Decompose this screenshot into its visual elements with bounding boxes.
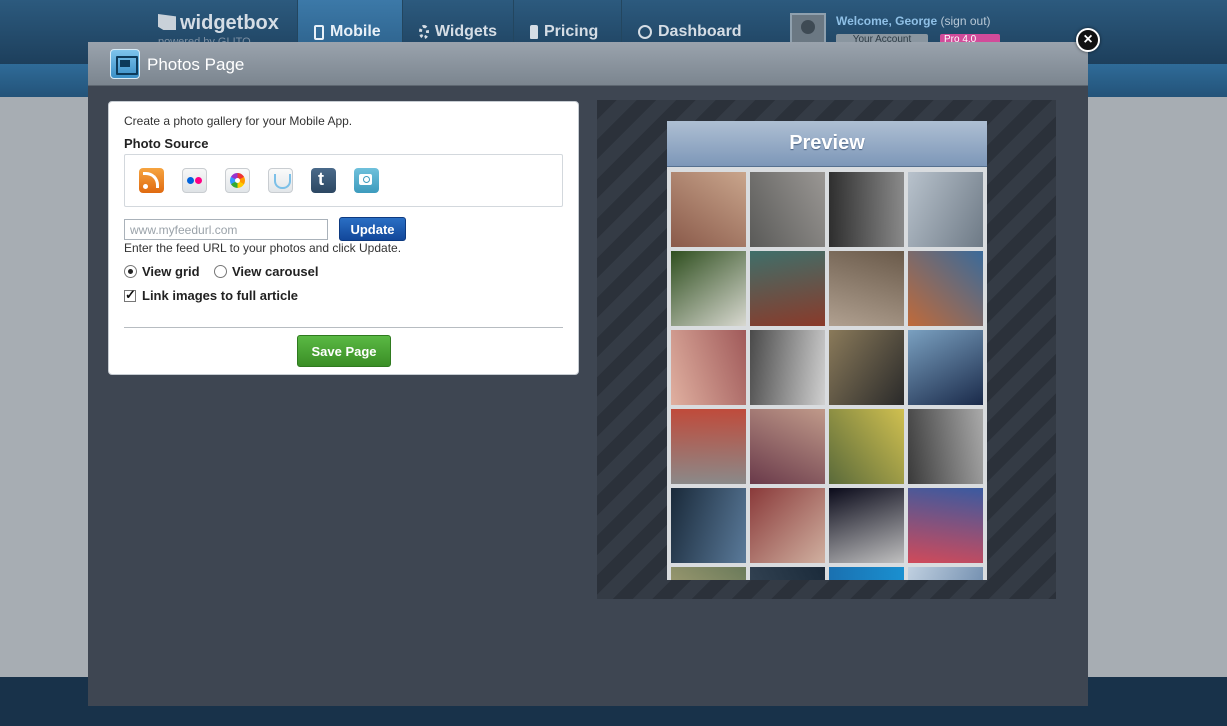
photo-thumbnail[interactable] bbox=[908, 172, 983, 247]
save-page-button[interactable]: Save Page bbox=[297, 335, 391, 367]
preview-title: Preview bbox=[789, 132, 865, 154]
logo-text: widgetbox bbox=[180, 12, 279, 34]
link-images-checkbox[interactable] bbox=[124, 287, 136, 303]
photo-source-picker bbox=[124, 154, 563, 207]
nav-mobile-label: Mobile bbox=[330, 23, 381, 40]
link-images-option[interactable]: Link images to full article bbox=[124, 287, 299, 303]
photo-thumbnail[interactable] bbox=[829, 567, 904, 580]
photo-settings-panel: Create a photo gallery for your Mobile A… bbox=[108, 101, 579, 375]
photo-thumbnail[interactable] bbox=[908, 251, 983, 326]
view-grid-radio[interactable] bbox=[124, 265, 137, 278]
photo-thumbnail[interactable] bbox=[750, 409, 825, 484]
photo-thumbnail[interactable] bbox=[829, 330, 904, 405]
view-grid-option[interactable]: View grid bbox=[124, 264, 200, 279]
view-carousel-option[interactable]: View carousel bbox=[214, 264, 318, 279]
preview-header: Preview bbox=[667, 121, 987, 167]
photo-thumbnail[interactable] bbox=[750, 251, 825, 326]
phone-preview: Preview bbox=[667, 121, 987, 580]
close-modal-button[interactable]: × bbox=[1076, 28, 1100, 52]
view-grid-label: View grid bbox=[142, 264, 200, 279]
photo-thumbnail[interactable] bbox=[671, 330, 746, 405]
gear-icon bbox=[419, 25, 429, 39]
user-name: George bbox=[895, 14, 938, 28]
photo-thumbnail[interactable] bbox=[671, 251, 746, 326]
photo-thumbnail[interactable] bbox=[829, 409, 904, 484]
photo-thumbnail[interactable] bbox=[829, 172, 904, 247]
photo-thumbnail[interactable] bbox=[750, 172, 825, 247]
widgetbox-logo-icon bbox=[158, 14, 176, 30]
update-button[interactable]: Update bbox=[339, 217, 406, 241]
modal-header: Photos Page bbox=[88, 42, 1088, 86]
photos-page-modal: Photos Page Create a photo gallery for y… bbox=[88, 42, 1088, 706]
nav-dashboard-label: Dashboard bbox=[658, 23, 742, 40]
photo-thumbnail[interactable] bbox=[671, 172, 746, 247]
picasa-icon[interactable] bbox=[225, 168, 250, 193]
photo-thumbnail[interactable] bbox=[671, 488, 746, 563]
divider bbox=[124, 327, 563, 328]
photo-thumbnail[interactable] bbox=[829, 251, 904, 326]
instagram-icon[interactable] bbox=[354, 168, 379, 193]
panel-description: Create a photo gallery for your Mobile A… bbox=[124, 114, 353, 128]
photo-thumbnail[interactable] bbox=[908, 330, 983, 405]
modal-title: Photos Page bbox=[147, 55, 245, 74]
feed-url-input[interactable] bbox=[124, 219, 328, 240]
price-tag-icon bbox=[530, 25, 538, 39]
phone-icon bbox=[314, 24, 324, 40]
photo-thumbnail[interactable] bbox=[750, 488, 825, 563]
tumblr-icon[interactable] bbox=[311, 168, 336, 193]
photos-page-icon bbox=[110, 49, 140, 79]
preview-panel: Preview bbox=[597, 100, 1056, 599]
sign-out-link[interactable]: (sign out) bbox=[941, 14, 991, 28]
photo-thumbnail[interactable] bbox=[671, 409, 746, 484]
photo-thumbnail[interactable] bbox=[908, 567, 983, 580]
photo-thumbnail[interactable] bbox=[750, 330, 825, 405]
smugmug-icon[interactable] bbox=[268, 168, 293, 193]
widgetbox-logo[interactable]: widgetbox bbox=[158, 12, 279, 35]
photo-thumbnail[interactable] bbox=[908, 488, 983, 563]
view-carousel-radio[interactable] bbox=[214, 265, 227, 278]
nav-pricing-label: Pricing bbox=[544, 23, 599, 40]
view-carousel-label: View carousel bbox=[232, 264, 319, 279]
photo-thumbnail[interactable] bbox=[908, 409, 983, 484]
photo-thumbnail[interactable] bbox=[829, 488, 904, 563]
photo-source-label: Photo Source bbox=[124, 136, 209, 151]
link-images-label: Link images to full article bbox=[142, 288, 299, 303]
rss-icon[interactable] bbox=[139, 168, 164, 193]
welcome-text: Welcome, George (sign out) bbox=[836, 14, 991, 28]
photo-thumbnail[interactable] bbox=[750, 567, 825, 580]
dashboard-icon bbox=[638, 25, 652, 39]
nav-widgets-label: Widgets bbox=[434, 23, 497, 40]
welcome-label: Welcome, bbox=[836, 14, 892, 28]
photo-thumbnail[interactable] bbox=[671, 567, 746, 580]
flickr-icon[interactable] bbox=[182, 168, 207, 193]
feed-url-hint: Enter the feed URL to your photos and cl… bbox=[124, 241, 402, 255]
